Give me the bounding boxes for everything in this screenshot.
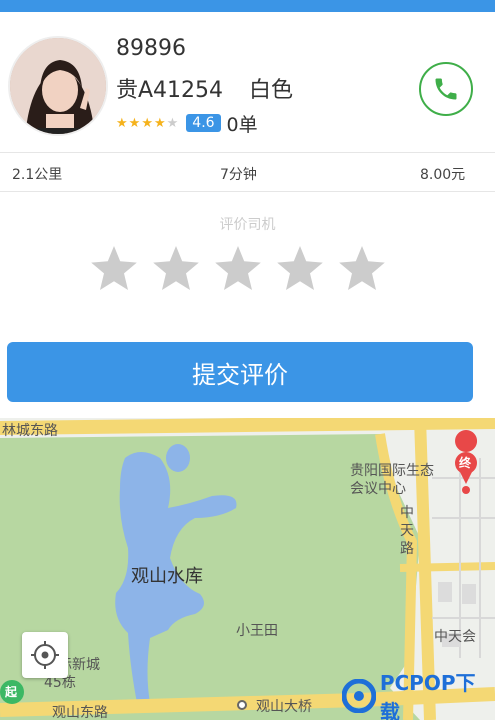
- driver-rating-row: ★ ★ ★ ★ ★ 4.6 0单: [116, 112, 258, 136]
- star-rating-5-icon[interactable]: [338, 246, 386, 292]
- car-plate: 贵A41254: [116, 78, 224, 103]
- driver-rating-stars: ★ ★ ★ ★ ★: [116, 117, 178, 130]
- car-plate-row: 贵A41254 白色: [116, 72, 293, 104]
- locate-icon: [31, 641, 59, 669]
- driver-avatar: [8, 36, 108, 136]
- map-end-marker[interactable]: 终: [459, 454, 471, 471]
- map-label-zhongtian-hui: 中天会: [434, 629, 476, 645]
- map-label-conference-center: 贵阳国际生态会议中心: [350, 463, 434, 497]
- map-label-lake: 观山水库: [131, 566, 203, 587]
- watermark: PCPOP下载: [342, 671, 495, 720]
- map-label-village: 小王田: [236, 623, 278, 639]
- driver-order-count: 0单: [226, 113, 258, 136]
- phone-icon: [435, 78, 457, 100]
- star-rating-2-icon[interactable]: [152, 246, 200, 292]
- map-label-road-top: 林城东路: [2, 423, 58, 439]
- route-map[interactable]: 林城东路 贵阳国际生态会议中心 中天路 观山水库 小王田 中天会 国际新城45栋…: [0, 418, 495, 720]
- locate-me-button[interactable]: [22, 632, 68, 678]
- watermark-logo-icon: [342, 679, 376, 713]
- map-label-zhongtian-road: 中天路: [400, 505, 414, 557]
- rating-star-picker: [90, 246, 386, 292]
- trip-info-bar: 2.1公里 7分钟 8.00元: [0, 152, 495, 192]
- trip-distance: 2.1公里: [12, 167, 63, 183]
- car-color: 白色: [249, 78, 294, 103]
- rate-driver-label: 评价司机: [219, 217, 276, 233]
- driver-score-badge: 4.6: [186, 114, 221, 132]
- rating-star-icon: ★: [166, 115, 179, 131]
- driver-name: 89896: [116, 36, 186, 61]
- rating-star-icon: ★: [116, 115, 128, 131]
- trip-duration: 7分钟: [220, 167, 257, 183]
- call-driver-button[interactable]: [419, 62, 473, 116]
- rate-driver-section: 评价司机 提交评价: [0, 192, 495, 418]
- submit-rating-button[interactable]: 提交评价: [7, 342, 473, 402]
- trip-price: 8.00元: [420, 167, 466, 183]
- star-rating-1-icon[interactable]: [90, 246, 138, 292]
- rating-star-icon: ★: [141, 115, 153, 131]
- map-label-bridge: 观山大桥: [256, 699, 312, 715]
- star-rating-3-icon[interactable]: [214, 246, 262, 292]
- map-start-marker[interactable]: 起: [5, 683, 17, 700]
- top-status-bar: [0, 0, 495, 12]
- map-label-road-bottom: 观山东路: [52, 705, 108, 720]
- star-rating-4-icon[interactable]: [276, 246, 324, 292]
- driver-card: 89896 贵A41254 白色 ★ ★ ★ ★ ★ 4.6 0单: [0, 12, 495, 152]
- watermark-text: PCPOP下载: [379, 671, 476, 720]
- rating-star-icon: ★: [153, 115, 166, 131]
- rating-star-icon: ★: [128, 115, 141, 131]
